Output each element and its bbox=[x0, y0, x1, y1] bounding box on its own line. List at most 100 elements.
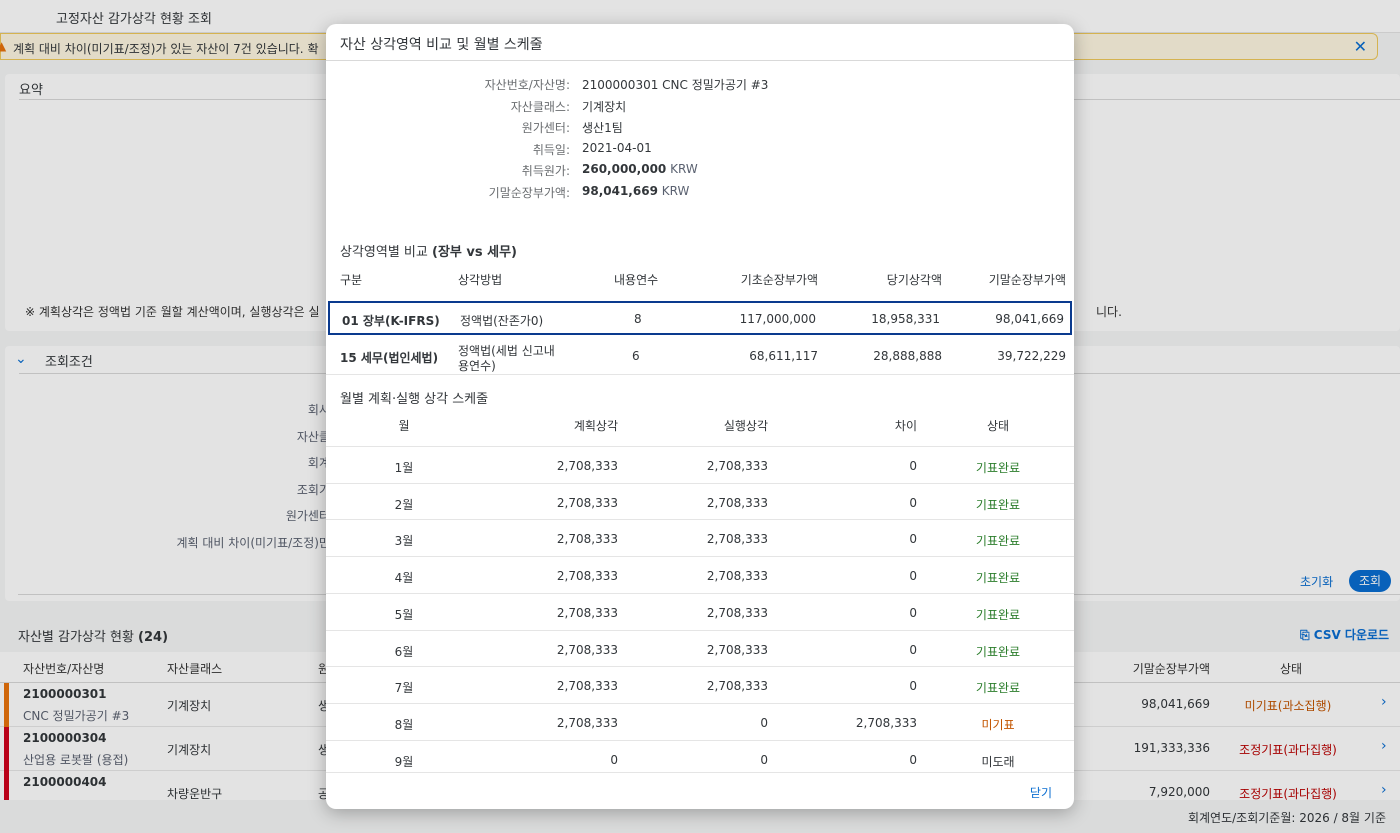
month-cell: 6월 bbox=[394, 644, 414, 659]
info-amount: 98,041,669 bbox=[582, 183, 658, 198]
month-cell: 4월 bbox=[394, 571, 414, 586]
status-cell: 기표완료 bbox=[975, 607, 1021, 622]
plan-cell: 2,708,333 bbox=[556, 642, 618, 657]
close-button[interactable]: 닫기 bbox=[1030, 784, 1052, 801]
info-label: 취득일: bbox=[532, 142, 570, 157]
diff-cell: 0 bbox=[909, 459, 917, 473]
compare-area: 15 세무(법인세법) bbox=[340, 351, 439, 365]
month-cell: 2월 bbox=[394, 497, 414, 512]
monthly-row: 8월 2,708,333 0 2,708,333 미기표 bbox=[326, 702, 1074, 740]
actual-cell: 2,708,333 bbox=[706, 495, 768, 510]
compare-title: 상각영역별 비교 (장부 vs 세무) bbox=[340, 241, 517, 260]
info-row: 기말순장부가액: 98,041,669 KRW bbox=[326, 181, 1074, 201]
actual-cell: 2,708,333 bbox=[706, 605, 768, 620]
info-label: 자산클래스: bbox=[510, 99, 570, 114]
plan-cell: 2,708,333 bbox=[556, 715, 618, 730]
status-cell: 미기표 bbox=[981, 717, 1015, 732]
status-cell: 미도래 bbox=[981, 754, 1015, 769]
monthly-col-actual: 실행상각 bbox=[723, 419, 768, 433]
actual-cell: 0 bbox=[760, 752, 768, 767]
plan-cell: 2,708,333 bbox=[556, 605, 618, 620]
info-unit: KRW bbox=[661, 183, 690, 198]
plan-cell: 2,708,333 bbox=[556, 532, 618, 547]
diff-cell: 0 bbox=[909, 569, 917, 584]
status-cell: 기표완료 bbox=[975, 497, 1021, 512]
compare-life: 6 bbox=[632, 349, 640, 363]
monthly-row: 5월 2,708,333 2,708,333 0 기표완료 bbox=[326, 592, 1074, 630]
info-amount: 260,000,000 bbox=[582, 162, 667, 176]
info-value: 생산1팀 bbox=[582, 121, 623, 135]
plan-cell: 2,708,333 bbox=[556, 495, 618, 510]
actual-cell: 2,708,333 bbox=[706, 532, 768, 547]
monthly-row: 2월 2,708,333 2,708,333 0 기표완료 bbox=[326, 482, 1074, 520]
month-cell: 1월 bbox=[394, 461, 414, 475]
diff-cell: 0 bbox=[909, 532, 917, 547]
diff-cell: 0 bbox=[909, 642, 917, 657]
compare-dep: 18,958,331 bbox=[871, 312, 940, 326]
diff-cell: 2,708,333 bbox=[855, 715, 917, 730]
info-row: 자산클래스: 기계장치 bbox=[326, 95, 1074, 115]
info-value: 98,041,669 KRW bbox=[582, 184, 689, 198]
monthly-row: 7월 2,708,333 2,708,333 0 기표완료 bbox=[326, 666, 1074, 703]
dialog-footer: 닫기 bbox=[326, 772, 1074, 809]
info-row: 취득원가: 260,000,000 KRW bbox=[326, 159, 1074, 179]
compare-col-end: 기말순장부가액 bbox=[988, 273, 1066, 287]
status-cell: 기표완료 bbox=[975, 534, 1021, 549]
info-label: 원가센터: bbox=[521, 121, 570, 135]
monthly-row: 1월 2,708,333 2,708,333 0 기표완료 bbox=[326, 446, 1074, 483]
status-cell: 기표완료 bbox=[975, 461, 1021, 475]
compare-title-text: 상각영역별 비교 bbox=[340, 245, 432, 260]
compare-col-dep: 당기상각액 bbox=[886, 273, 942, 287]
compare-method-line2: 용연수) bbox=[458, 359, 496, 373]
monthly-row: 6월 2,708,333 2,708,333 0 기표완료 bbox=[326, 629, 1074, 667]
plan-cell: 2,708,333 bbox=[556, 459, 618, 473]
plan-cell: 2,708,333 bbox=[556, 569, 618, 584]
compare-row-tax[interactable]: 15 세무(법인세법) 정액법(세법 신고내 용연수) 6 68,611,117… bbox=[326, 337, 1074, 375]
diff-cell: 0 bbox=[909, 495, 917, 510]
dialog-title: 자산 상각영역 비교 및 월별 스케줄 bbox=[340, 37, 543, 53]
month-cell: 5월 bbox=[394, 607, 414, 622]
monthly-row: 3월 2,708,333 2,708,333 0 기표완료 bbox=[326, 519, 1074, 556]
status-cell: 기표완료 bbox=[975, 644, 1021, 659]
compare-dep: 28,888,888 bbox=[873, 349, 942, 363]
compare-col-life: 내용연수 bbox=[614, 273, 659, 287]
actual-cell: 2,708,333 bbox=[706, 569, 768, 584]
compare-life: 8 bbox=[634, 312, 642, 326]
compare-row-book[interactable]: 01 장부(K-IFRS) 정액법(잔존가0) 8 117,000,000 18… bbox=[328, 301, 1072, 335]
monthly-col-diff: 차이 bbox=[894, 419, 917, 433]
compare-end: 39,722,229 bbox=[997, 349, 1066, 363]
diff-cell: 0 bbox=[909, 679, 917, 694]
asset-detail-dialog: 자산 상각영역 비교 및 월별 스케줄 자산번호/자산명: 2100000301 … bbox=[326, 24, 1074, 809]
monthly-row: 4월 2,708,333 2,708,333 0 기표완료 bbox=[326, 556, 1074, 593]
info-row: 취득일: 2021-04-01 bbox=[326, 138, 1074, 158]
actual-cell: 2,708,333 bbox=[706, 679, 768, 694]
monthly-row: 9월 0 0 0 미도래 bbox=[326, 739, 1074, 772]
info-value: 2100000301 CNC 정밀가공기 #3 bbox=[582, 78, 769, 92]
compare-title-bold: (장부 vs 세무) bbox=[432, 245, 517, 260]
diff-cell: 0 bbox=[909, 605, 917, 620]
compare-col-begin: 기초순장부가액 bbox=[740, 273, 818, 287]
monthly-title: 월별 계획·실행 상각 스케줄 bbox=[340, 392, 489, 407]
compare-col-area: 구분 bbox=[340, 273, 363, 287]
status-cell: 기표완료 bbox=[975, 571, 1021, 586]
month-cell: 7월 bbox=[394, 681, 414, 696]
info-row: 원가센터: 생산1팀 bbox=[326, 116, 1074, 136]
compare-col-method: 상각방법 bbox=[458, 273, 503, 287]
info-unit: KRW bbox=[670, 162, 698, 176]
info-label: 자산번호/자산명: bbox=[484, 78, 570, 92]
info-value: 2021-04-01 bbox=[582, 140, 652, 155]
month-cell: 3월 bbox=[394, 534, 414, 549]
diff-cell: 0 bbox=[909, 752, 917, 767]
info-value: 기계장치 bbox=[582, 99, 627, 114]
plan-cell: 0 bbox=[610, 752, 618, 767]
plan-cell: 2,708,333 bbox=[556, 679, 618, 694]
info-label: 취득원가: bbox=[521, 164, 570, 178]
compare-end: 98,041,669 bbox=[995, 312, 1064, 326]
compare-method: 정액법(잔존가0) bbox=[460, 314, 544, 328]
actual-cell: 0 bbox=[760, 715, 768, 730]
monthly-col-status: 상태 bbox=[986, 419, 1010, 433]
info-value: 260,000,000 KRW bbox=[582, 162, 698, 176]
compare-begin: 68,611,117 bbox=[749, 349, 818, 363]
dialog-body[interactable]: 자산번호/자산명: 2100000301 CNC 정밀가공기 #3 자산클래스: 기계… bbox=[326, 61, 1074, 772]
actual-cell: 2,708,333 bbox=[706, 642, 768, 657]
